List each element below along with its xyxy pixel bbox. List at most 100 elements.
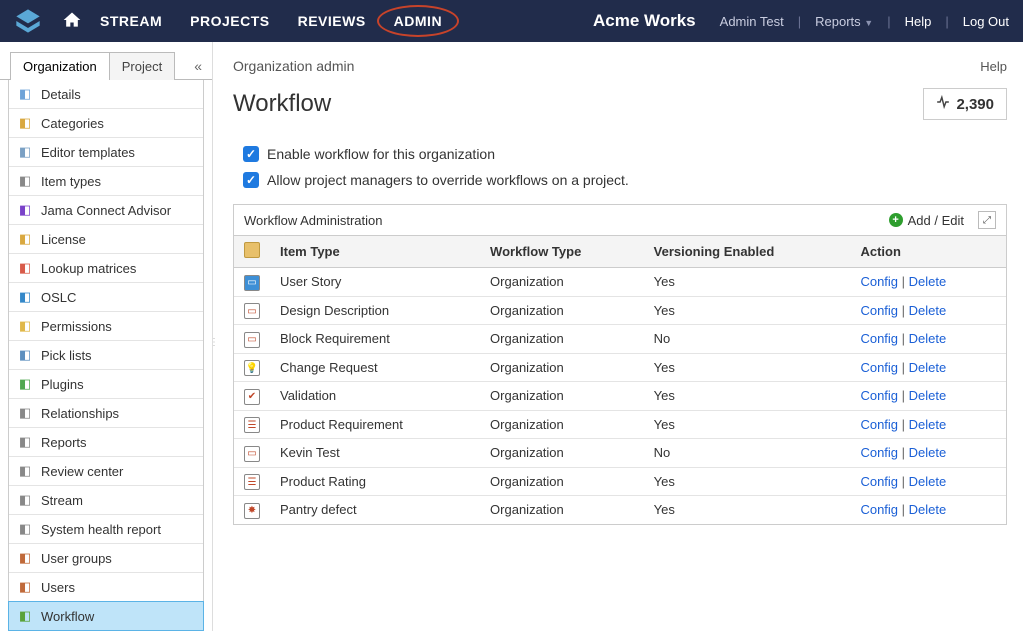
nav-projects[interactable]: PROJECTS: [190, 13, 269, 29]
puzzle-icon: ◧: [17, 376, 33, 392]
delete-link[interactable]: Delete: [909, 331, 947, 346]
th-item-type[interactable]: Item Type: [270, 236, 480, 268]
table-row: ✔ValidationOrganizationYesConfig | Delet…: [234, 382, 1006, 411]
sidebar-item-user-groups[interactable]: ◧ User groups: [9, 544, 203, 573]
delete-link[interactable]: Delete: [909, 360, 947, 375]
cell-versioning: Yes: [644, 467, 851, 496]
th-versioning[interactable]: Versioning Enabled: [644, 236, 851, 268]
sidebar-item-users[interactable]: ◧Users: [9, 573, 203, 602]
cell-versioning: Yes: [644, 382, 851, 411]
table-row: ☰Product RatingOrganizationYesConfig | D…: [234, 467, 1006, 496]
shield-icon: ◧: [17, 318, 33, 334]
config-link[interactable]: Config: [860, 445, 898, 460]
expand-panel-icon[interactable]: ⤢: [978, 211, 996, 229]
workflow-icon: ◧: [17, 608, 33, 624]
nav-reviews[interactable]: REVIEWS: [298, 13, 366, 29]
help-link[interactable]: Help: [980, 59, 1007, 74]
cell-versioning: Yes: [644, 268, 851, 297]
org-logo: [14, 6, 44, 36]
config-link[interactable]: Config: [860, 474, 898, 489]
config-link[interactable]: Config: [860, 360, 898, 375]
sidebar-item-details[interactable]: ◧Details: [9, 80, 203, 109]
delete-link[interactable]: Delete: [909, 388, 947, 403]
table-row: ▭Kevin TestOrganizationNoConfig | Delete: [234, 439, 1006, 468]
cell-action: Config | Delete: [850, 496, 1006, 524]
checkbox-allow-override[interactable]: ✓: [243, 172, 259, 188]
breadcrumb: Organization admin: [233, 58, 354, 74]
cell-action: Config | Delete: [850, 296, 1006, 325]
item-type-icon: ✔: [244, 389, 260, 405]
checkbox-enable-workflow[interactable]: ✓: [243, 146, 259, 162]
tab-organization[interactable]: Organization: [10, 52, 110, 80]
sidebar-item-label: Workflow: [41, 609, 94, 624]
metric-box: 2,390: [923, 88, 1007, 120]
health-icon: ◧: [17, 521, 33, 537]
sidebar-item-relationships[interactable]: ◧Relationships: [9, 399, 203, 428]
sidebar-item-workflow[interactable]: ◧ Workflow: [8, 601, 204, 631]
delete-link[interactable]: Delete: [909, 274, 947, 289]
sidebar-item-label: Categories: [41, 116, 104, 131]
cell-versioning: Yes: [644, 410, 851, 439]
sidebar-item-label: User groups: [41, 551, 112, 566]
add-edit-button[interactable]: + Add / Edit: [889, 213, 964, 228]
logout-link[interactable]: Log Out: [963, 14, 1009, 29]
sidebar-item-label: Permissions: [41, 319, 112, 334]
config-link[interactable]: Config: [860, 274, 898, 289]
cell-versioning: No: [644, 439, 851, 468]
sidebar-item-review-center[interactable]: ◧Review center: [9, 457, 203, 486]
cell-item-type: Design Description: [270, 296, 480, 325]
tab-project[interactable]: Project: [109, 52, 175, 80]
sidebar-item-plugins[interactable]: ◧Plugins: [9, 370, 203, 399]
sidebar-tabs: Organization Project: [10, 52, 212, 80]
sidebar-item-jama-connect-advisor[interactable]: ◧Jama Connect Advisor: [9, 196, 203, 225]
sidebar-item-oslc[interactable]: ◧OSLC: [9, 283, 203, 312]
panel-title: Workflow Administration: [244, 213, 382, 228]
delete-link[interactable]: Delete: [909, 303, 947, 318]
list-icon: ◧: [17, 347, 33, 363]
sidebar-item-pick-lists[interactable]: ◧Pick lists: [9, 341, 203, 370]
delete-link[interactable]: Delete: [909, 502, 947, 517]
sidebar-item-label: Details: [41, 87, 81, 102]
user-link[interactable]: Admin Test: [720, 14, 784, 29]
nav-admin[interactable]: ADMIN: [394, 13, 442, 29]
reports-link[interactable]: Reports ▼: [815, 14, 873, 29]
label-allow-override: Allow project managers to override workf…: [267, 172, 629, 188]
delete-link[interactable]: Delete: [909, 474, 947, 489]
item-types-icon: ◧: [17, 173, 33, 189]
sidebar-item-permissions[interactable]: ◧ Permissions: [9, 312, 203, 341]
help-link-top[interactable]: Help: [905, 14, 932, 29]
config-link[interactable]: Config: [860, 388, 898, 403]
delete-link[interactable]: Delete: [909, 445, 947, 460]
nav-stream[interactable]: STREAM: [100, 13, 162, 29]
sidebar-item-reports[interactable]: ◧Reports: [9, 428, 203, 457]
sidebar-item-categories[interactable]: ◧Categories: [9, 109, 203, 138]
table-row: ✸Pantry defectOrganizationYesConfig | De…: [234, 496, 1006, 524]
collapse-sidebar-icon[interactable]: «: [194, 58, 202, 74]
advisor-icon: ◧: [17, 202, 33, 218]
cell-workflow-type: Organization: [480, 353, 644, 382]
sidebar-item-stream[interactable]: ◧Stream: [9, 486, 203, 515]
sidebar-list: ◧Details◧Categories◧Editor templates◧Ite…: [8, 80, 204, 631]
cell-item-type: Product Requirement: [270, 410, 480, 439]
config-link[interactable]: Config: [860, 502, 898, 517]
sidebar-item-label: Relationships: [41, 406, 119, 421]
groups-icon: ◧: [17, 550, 33, 566]
sidebar-item-system-health-report[interactable]: ◧System health report: [9, 515, 203, 544]
config-link[interactable]: Config: [860, 303, 898, 318]
config-link[interactable]: Config: [860, 331, 898, 346]
cell-action: Config | Delete: [850, 439, 1006, 468]
sidebar-item-license[interactable]: ◧License: [9, 225, 203, 254]
sidebar-item-editor-templates[interactable]: ◧Editor templates: [9, 138, 203, 167]
sidebar-item-lookup-matrices[interactable]: ◧Lookup matrices: [9, 254, 203, 283]
sidebar-item-item-types[interactable]: ◧Item types: [9, 167, 203, 196]
config-link[interactable]: Config: [860, 417, 898, 432]
th-workflow-type[interactable]: Workflow Type: [480, 236, 644, 268]
table-row: 💡Change RequestOrganizationYesConfig | D…: [234, 353, 1006, 382]
plus-icon: +: [889, 213, 903, 227]
metric-value: 2,390: [956, 96, 994, 113]
cell-item-type: Change Request: [270, 353, 480, 382]
cell-workflow-type: Organization: [480, 410, 644, 439]
home-icon[interactable]: [62, 10, 82, 33]
sidebar-resize-handle[interactable]: ⋮: [209, 337, 215, 377]
delete-link[interactable]: Delete: [909, 417, 947, 432]
